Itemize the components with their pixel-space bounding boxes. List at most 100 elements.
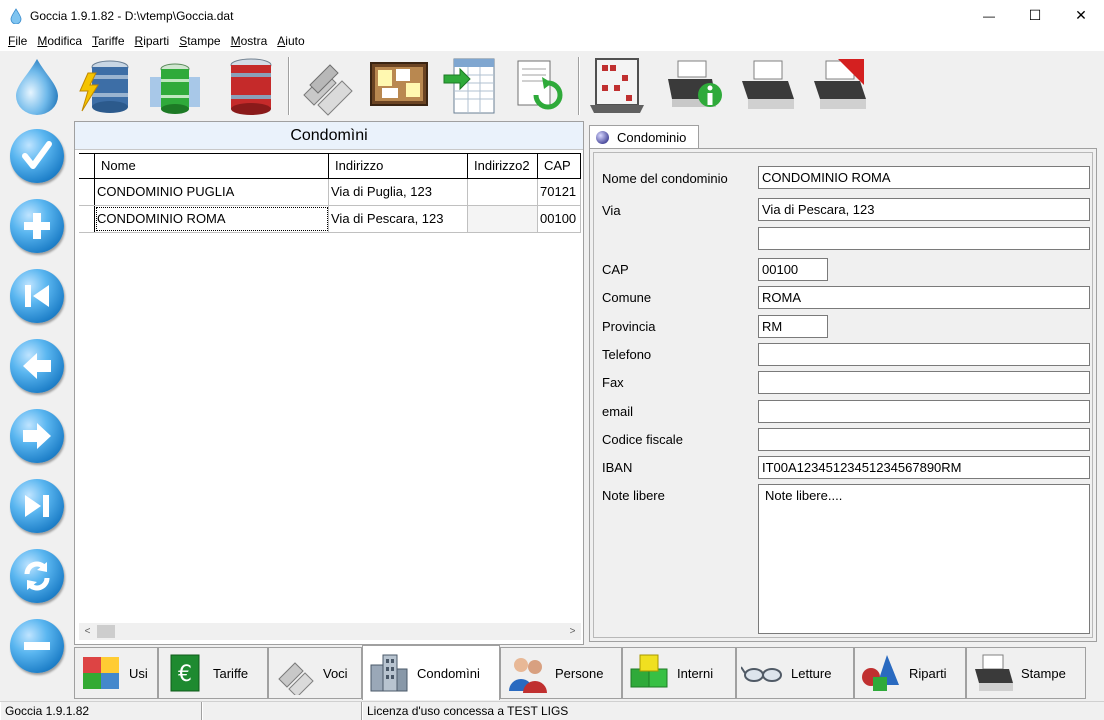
status-version: Goccia 1.9.1.82 — [0, 702, 202, 720]
cell-indirizzo2[interactable] — [468, 206, 538, 232]
maximize-button[interactable]: ☐ — [1012, 0, 1058, 31]
fax-field[interactable] — [758, 371, 1090, 394]
usi-icon — [83, 657, 119, 689]
menu-modifica[interactable]: Modifica — [32, 31, 87, 51]
horizontal-scrollbar[interactable]: < > — [79, 623, 581, 640]
tab-condomini-label: Condomìni — [417, 665, 480, 681]
row-indicator[interactable] — [79, 206, 95, 232]
column-header-indirizzo2[interactable]: Indirizzo2 — [468, 154, 538, 178]
menu-stampe[interactable]: Stampe — [174, 31, 225, 51]
cell-cap[interactable]: 70121 — [538, 179, 581, 205]
menu-mostra[interactable]: Mostra — [226, 31, 273, 51]
row-indicator[interactable] — [79, 179, 95, 205]
cell-indirizzo[interactable]: Via di Pescara, 123 — [329, 206, 468, 232]
menu-riparti[interactable]: Riparti — [130, 31, 175, 51]
condominio-detail-panel: Nome del condominio CONDOMINIO ROMA Via … — [589, 148, 1097, 642]
document-refresh-icon[interactable] — [508, 55, 570, 117]
printer-icon[interactable] — [736, 55, 798, 117]
comune-field[interactable]: ROMA — [758, 286, 1090, 309]
tab-interni[interactable]: Interni — [622, 647, 736, 699]
database-lightning-icon[interactable] — [74, 55, 136, 117]
confirm-button[interactable] — [10, 129, 64, 183]
menu-file[interactable]: File — [3, 31, 32, 51]
tab-voci[interactable]: Voci — [268, 647, 362, 699]
water-drop-icon[interactable] — [6, 55, 68, 117]
nome-label: Nome del condominio — [602, 171, 728, 186]
scroll-right-icon[interactable]: > — [564, 623, 581, 640]
column-header-cap[interactable]: CAP — [538, 154, 581, 178]
telefono-field[interactable] — [758, 343, 1090, 366]
cap-field[interactable]: 00100 — [758, 258, 828, 281]
database-green-icon[interactable] — [144, 55, 206, 117]
menu-tariffe[interactable]: Tariffe — [87, 31, 129, 51]
people-icon — [509, 658, 547, 693]
codice-fiscale-field[interactable] — [758, 428, 1090, 451]
cell-cap[interactable]: 00100 — [538, 206, 581, 232]
scroll-thumb[interactable] — [97, 625, 115, 638]
comune-label: Comune — [602, 290, 652, 305]
minimize-button[interactable]: — — [966, 0, 1012, 31]
grid-header: Nome Indirizzo Indirizzo2 CAP — [79, 153, 581, 179]
pipes-icon[interactable] — [296, 55, 358, 117]
last-record-button[interactable] — [10, 479, 64, 533]
tab-tariffe[interactable]: € Tariffe — [158, 647, 268, 699]
checkmark-icon — [22, 141, 52, 169]
add-button[interactable] — [10, 199, 64, 253]
telefono-label: Telefono — [602, 347, 652, 362]
tab-condominio[interactable]: Condominio — [589, 125, 699, 149]
tab-bullet-icon — [596, 131, 609, 144]
abacus-icon[interactable] — [586, 55, 648, 117]
title-bar: Goccia 1.9.1.82 - D:\vtemp\Goccia.dat — … — [0, 0, 1104, 31]
table-row[interactable]: CONDOMINIO ROMA Via di Pescara, 123 0010… — [79, 206, 581, 233]
iban-field[interactable]: IT00A12345123451234567890RM — [758, 456, 1090, 479]
table-row[interactable]: CONDOMINIO PUGLIA Via di Puglia, 123 701… — [79, 179, 581, 206]
tab-riparti[interactable]: Riparti — [854, 647, 966, 699]
scroll-left-icon[interactable]: < — [79, 623, 96, 640]
email-label: email — [602, 404, 634, 419]
tab-letture[interactable]: Letture — [736, 647, 854, 699]
cell-nome[interactable]: CONDOMINIO ROMA — [95, 206, 329, 232]
cap-label: CAP — [602, 262, 629, 277]
close-icon: ✕ — [1075, 7, 1087, 23]
printer-pdf-icon[interactable] — [808, 55, 870, 117]
corkboard-icon[interactable] — [368, 55, 430, 117]
tab-usi[interactable]: Usi — [74, 647, 158, 699]
provincia-label: Provincia — [602, 319, 656, 334]
cell-nome[interactable]: CONDOMINIO PUGLIA — [95, 179, 329, 205]
column-header-nome[interactable]: Nome — [95, 154, 329, 178]
database-red-icon[interactable] — [220, 55, 282, 117]
delete-button[interactable] — [10, 619, 64, 673]
window-title: Goccia 1.9.1.82 - D:\vtemp\Goccia.dat — [30, 8, 234, 23]
via-label: Via — [602, 203, 621, 218]
via-field[interactable]: Via di Pescara, 123 — [758, 198, 1090, 221]
via2-field[interactable] — [758, 227, 1090, 250]
status-middle — [202, 702, 362, 720]
column-header-indirizzo[interactable]: Indirizzo — [329, 154, 468, 178]
first-record-button[interactable] — [10, 269, 64, 323]
printer-info-icon[interactable] — [664, 55, 726, 117]
tab-persone[interactable]: Persone — [500, 647, 622, 699]
last-icon — [25, 495, 49, 517]
note-textarea[interactable]: Note libere.... — [758, 484, 1090, 634]
tab-condomini[interactable]: Condomìni — [362, 645, 500, 700]
next-record-button[interactable] — [10, 409, 64, 463]
close-button[interactable]: ✕ — [1058, 0, 1104, 31]
refresh-button[interactable] — [10, 549, 64, 603]
toolbar-separator — [578, 57, 580, 115]
previous-record-button[interactable] — [10, 339, 64, 393]
provincia-field[interactable]: RM — [758, 315, 828, 338]
svg-text:€: € — [178, 662, 192, 687]
detail-form: Nome del condominio CONDOMINIO ROMA Via … — [593, 152, 1093, 638]
glasses-icon — [741, 666, 782, 682]
tab-stampe-label: Stampe — [1021, 665, 1066, 681]
email-field[interactable] — [758, 400, 1090, 423]
menu-aiuto[interactable]: Aiuto — [272, 31, 309, 51]
cell-indirizzo2[interactable] — [468, 179, 538, 205]
euro-icon: € — [170, 654, 200, 692]
tab-persone-label: Persone — [555, 665, 604, 681]
printer-icon — [975, 654, 1013, 691]
cell-indirizzo[interactable]: Via di Puglia, 123 — [329, 179, 468, 205]
nome-field[interactable]: CONDOMINIO ROMA — [758, 166, 1090, 189]
spreadsheet-export-icon[interactable] — [440, 55, 502, 117]
tab-stampe[interactable]: Stampe — [966, 647, 1086, 699]
